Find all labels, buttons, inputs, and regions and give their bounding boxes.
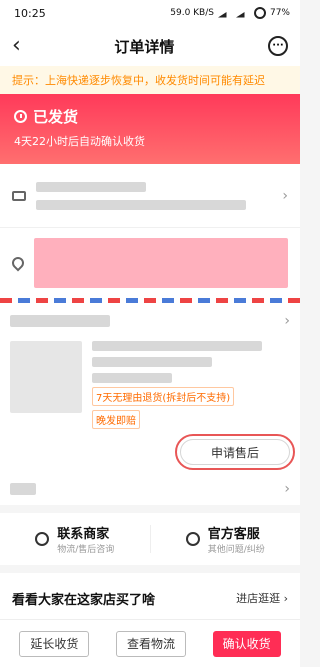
chevron-right-icon: › xyxy=(284,481,290,497)
contact-merchant-subtitle: 物流/售后咨询 xyxy=(57,545,115,555)
bottom-action-bar: 延长收货 查看物流 确认收货 xyxy=(0,619,300,667)
network-speed: 59.0 KB/S xyxy=(170,8,214,18)
address-row[interactable] xyxy=(0,228,300,298)
extend-receipt-button[interactable]: 延长收货 xyxy=(19,630,90,657)
goods-thumbnail xyxy=(10,341,82,413)
goods-title-blurred-2 xyxy=(92,357,212,367)
logistics-row[interactable]: › xyxy=(0,164,300,228)
shipping-status-banner: 已发货 4天22小时后自动确认收货 xyxy=(0,94,300,164)
chevron-right-icon: › xyxy=(283,592,288,605)
notice-text: 提示：上海快递逐步恢复中，收发货时间可能有延迟 xyxy=(12,74,265,87)
contact-service-text: 官方客服 其他问题/纠纷 xyxy=(208,523,265,555)
goods-spec-blurred xyxy=(92,373,172,383)
goods-info: 7天无理由退货(拆封后不支持) 晚发即赔 xyxy=(92,341,290,429)
recommend-title: 看看大家在这家店买了啥 xyxy=(12,592,156,608)
status-time: 10:25 xyxy=(14,6,46,20)
order-extra-row[interactable]: › xyxy=(10,481,290,497)
location-pin-icon xyxy=(9,254,27,272)
signal-icon-2 xyxy=(235,8,250,18)
goods-title-blurred-1 xyxy=(92,341,262,351)
delivery-notice: 提示：上海快递逐步恢复中，收发货时间可能有延迟 xyxy=(0,66,300,94)
return-policy-tag: 7天无理由退货(拆封后不支持) xyxy=(92,387,235,406)
chevron-right-icon: › xyxy=(282,187,288,204)
late-compensation-tag: 晚发即赔 xyxy=(92,410,140,429)
battery-level: 77% xyxy=(269,8,290,18)
shop-row[interactable]: › xyxy=(10,313,290,329)
contact-official-service[interactable]: 官方客服 其他问题/纠纷 xyxy=(151,523,301,555)
visit-shop-link[interactable]: 进店逛逛 › xyxy=(236,590,288,606)
chevron-right-icon: › xyxy=(284,313,290,329)
status-bar: 10:25 59.0 KB/S 77% xyxy=(0,0,300,26)
address-redacted xyxy=(34,238,288,288)
goods-card: › 7天无理由退货(拆封后不支持) 晚发即赔 申请售后 › xyxy=(0,303,300,505)
contact-service-title: 官方客服 xyxy=(207,527,260,542)
back-arrow-icon[interactable]: ‹ xyxy=(12,35,21,57)
shipping-status-title: 已发货 xyxy=(14,106,286,127)
after-sale-row: 申请售后 xyxy=(10,434,295,470)
contact-merchant-text: 联系商家 物流/售后咨询 xyxy=(57,523,114,555)
more-dots-icon[interactable]: ··· xyxy=(267,36,288,56)
shop-name-blurred xyxy=(10,315,110,327)
contact-row: 联系商家 物流/售后咨询 官方客服 其他问题/纠纷 xyxy=(0,513,300,565)
contact-service-subtitle: 其他问题/纠纷 xyxy=(207,545,265,555)
order-detail-screen: 10:25 59.0 KB/S 77% ‹ 订单详情 ··· 提示：上海快递逐步… xyxy=(0,0,300,667)
nav-bar: ‹ 订单详情 ··· xyxy=(0,26,300,66)
status-icons: 59.0 KB/S 77% xyxy=(170,7,290,19)
auto-confirm-countdown: 4天22小时后自动确认收货 xyxy=(14,135,145,148)
visit-shop-label: 进店逛逛 xyxy=(236,592,281,605)
signal-icon xyxy=(217,8,232,18)
recommend-header: 看看大家在这家店买了啥 进店逛逛 › xyxy=(0,573,300,623)
headset-icon xyxy=(185,532,200,546)
page-title: 订单详情 xyxy=(114,37,175,56)
view-logistics-button[interactable]: 查看物流 xyxy=(115,630,186,657)
contact-merchant[interactable]: 联系商家 物流/售后咨询 xyxy=(0,523,150,555)
shipping-status: 已发货 xyxy=(33,108,79,126)
goods-item[interactable]: 7天无理由退货(拆封后不支持) 晚发即赔 xyxy=(10,341,290,429)
contact-merchant-title: 联系商家 xyxy=(57,527,110,542)
clock-icon xyxy=(14,110,27,123)
chat-icon xyxy=(35,532,50,546)
apply-after-sale-button[interactable]: 申请售后 xyxy=(175,434,295,470)
logistics-blurred-line-1 xyxy=(36,181,146,192)
confirm-receipt-button[interactable]: 确认收货 xyxy=(212,630,281,657)
battery-icon xyxy=(253,7,266,19)
logistics-card[interactable]: › xyxy=(0,164,300,298)
truck-icon xyxy=(12,190,26,201)
logistics-blurred-line-2 xyxy=(36,199,246,210)
order-extra-blurred xyxy=(10,483,36,495)
logistics-info xyxy=(36,181,272,210)
